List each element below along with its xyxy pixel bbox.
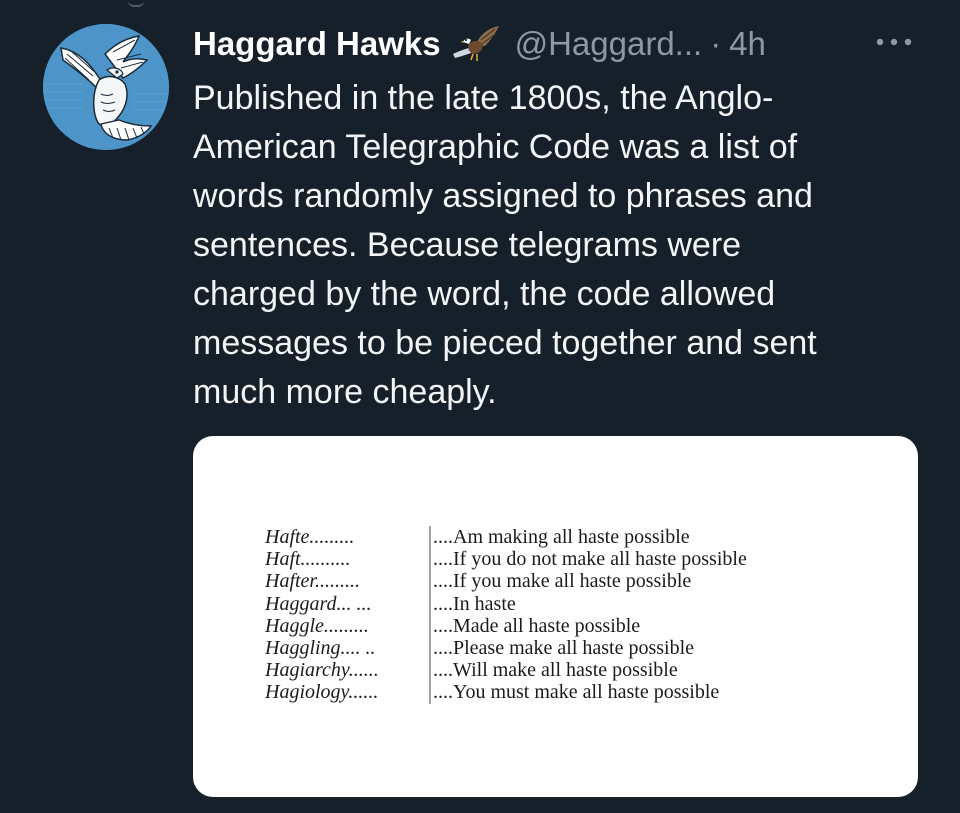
code-row: Hagiology...... ....You must make all ha…	[265, 681, 747, 704]
code-meaning: ....Will make all haste possible	[433, 659, 678, 682]
tweet-text-line: Published in the late 1800s, the Anglo-	[193, 79, 774, 117]
more-horizontal-icon[interactable]	[872, 30, 916, 54]
column-divider	[429, 636, 431, 660]
code-word: Haggle.........	[265, 614, 369, 637]
top-edge	[0, 0, 960, 7]
column-divider	[429, 659, 431, 682]
hawk-illustration-avatar	[43, 24, 169, 150]
thread-connector	[128, 0, 144, 7]
code-meaning: ....Made all haste possible	[433, 614, 641, 637]
display-name[interactable]: Haggard Hawks	[193, 25, 441, 63]
avatar[interactable]	[43, 24, 169, 150]
column-divider	[429, 570, 431, 593]
timestamp[interactable]: 4h	[729, 25, 766, 63]
tweet-text-line: much more cheaply.	[193, 373, 497, 411]
telegraphic-code-table: Hafte......... ....Am making all haste p…	[265, 526, 747, 704]
code-word: Haggard... ...	[265, 592, 372, 615]
tweet-text-line: American Telegraphic Code was a list of	[193, 128, 798, 166]
code-row: Haft.......... ....If you do not make al…	[265, 548, 747, 571]
tweet-text-line: messages to be pieced together and sent	[193, 324, 817, 362]
code-row: Haggling.... .. ....Please make all hast…	[265, 636, 747, 660]
column-divider	[429, 681, 431, 704]
column-divider	[429, 592, 431, 615]
tweet-text-line: charged by the word, the code allowed	[193, 275, 776, 313]
code-word: Hafte.........	[265, 526, 355, 548]
column-divider	[429, 548, 431, 571]
code-word: Haggling.... ..	[265, 636, 376, 659]
user-handle[interactable]: @Haggard...	[515, 25, 703, 63]
code-meaning: ....Am making all haste possible	[433, 526, 690, 548]
code-word: Haft..........	[265, 548, 351, 571]
code-word: Hafter.........	[265, 570, 360, 593]
code-row: Hafter......... ....If you make all hast…	[265, 570, 747, 593]
code-row: Haggle......... ....Made all haste possi…	[265, 614, 747, 637]
tweet-media-image[interactable]: Hafte......... ....Am making all haste p…	[193, 436, 918, 797]
tweet-text: Published in the late 1800s, the Anglo- …	[193, 74, 933, 417]
separator-dot: ·	[710, 25, 722, 62]
code-meaning: ....If you do not make all haste possibl…	[433, 548, 747, 571]
code-meaning: ....Please make all haste possible	[433, 636, 695, 659]
tweet-text-line: sentences. Because telegrams were	[193, 226, 742, 264]
code-row: Haggard... ... ....In haste	[265, 592, 747, 615]
code-meaning: ....You must make all haste possible	[433, 681, 720, 704]
code-word: Hagiology......	[265, 681, 379, 704]
column-divider	[429, 526, 431, 549]
code-meaning: ....In haste	[433, 592, 516, 615]
hawk-emoji-icon	[451, 24, 503, 64]
tweet-header: Haggard Hawks @Haggard... · 4h	[193, 20, 766, 68]
code-row: Hafte......... ....Am making all haste p…	[265, 526, 747, 549]
code-meaning: ....If you make all haste possible	[433, 570, 692, 593]
tweet-text-line: words randomly assigned to phrases and	[193, 177, 813, 215]
code-word: Hagiarchy......	[265, 659, 379, 682]
column-divider	[429, 614, 431, 637]
code-row: Hagiarchy...... ....Will make all haste …	[265, 659, 747, 682]
